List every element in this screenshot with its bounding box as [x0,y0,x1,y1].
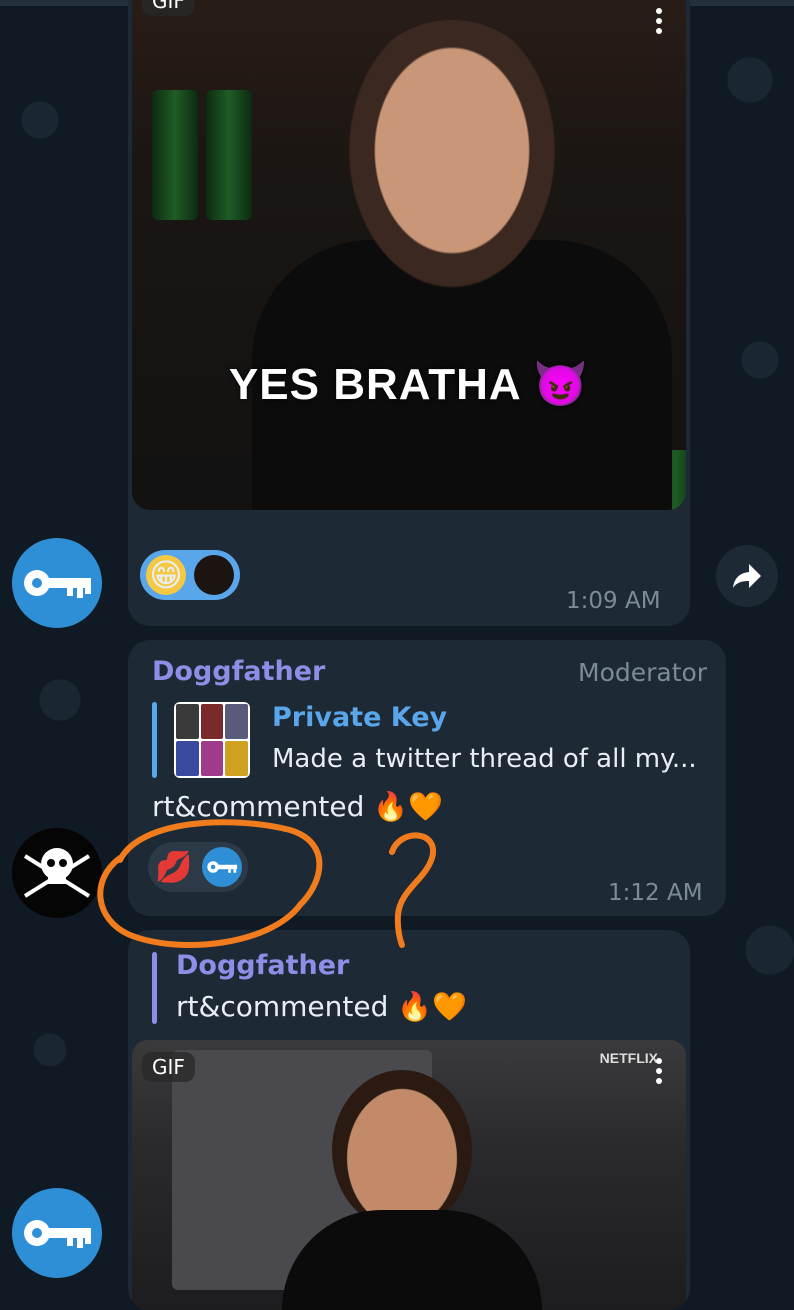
reaction-avatar[interactable] [194,555,234,595]
user-avatar[interactable] [12,1188,102,1278]
user-avatar[interactable] [12,538,102,628]
reaction-grin[interactable]: 😁 [146,555,186,595]
reaction-kiss[interactable]: 💋 [154,847,194,887]
reply-bar [152,702,157,778]
skull-crossbones-icon [23,848,91,898]
key-icon [207,861,238,873]
reply-bar [152,952,157,1024]
person-head [332,1070,472,1230]
reply-preview[interactable]: rt&commented 🔥🧡 [176,990,467,1023]
person-head [332,20,572,310]
reply-sender[interactable]: Doggfather [176,950,349,981]
user-avatar-pirate[interactable] [12,828,102,918]
forward-arrow-icon [733,564,761,588]
reply-preview[interactable]: Made a twitter thread of all my... [272,744,697,774]
message-time: 1:09 AM [566,588,661,614]
drink-can [206,90,252,220]
message-text: rt&commented 🔥🧡 [152,790,443,823]
gif-badge: GIF [142,1052,195,1082]
gif-badge: GIF [142,0,195,16]
key-icon [24,1220,91,1248]
more-vertical-icon[interactable] [656,1058,662,1088]
drink-can [152,90,198,220]
key-icon [24,570,91,598]
reaction-key-avatar[interactable] [202,847,242,887]
sender-name[interactable]: Doggfather [152,656,325,687]
more-vertical-icon[interactable] [656,8,662,38]
gif-caption: YES BRATHA 😈 [228,360,590,409]
gif-media[interactable]: NETFLIX [132,1040,686,1310]
gif-media[interactable]: YES BRATHA 😈 [132,0,686,510]
reply-title[interactable]: Private Key [272,702,447,733]
gif-reply-message-bubble[interactable]: Doggfather rt&commented 🔥🧡 NETFLIX GIF [128,930,690,1310]
reactions-bar[interactable]: 💋 [148,842,248,892]
reactions-bar[interactable]: 😁 [140,550,240,600]
text-message-bubble[interactable]: Doggfather Moderator Private Key Made a … [128,640,726,916]
message-time: 1:12 AM [608,880,703,906]
forward-button[interactable] [716,545,778,607]
reply-thumbnail[interactable] [174,702,250,778]
watermark: NETFLIX [599,1050,658,1066]
gif-message-bubble[interactable]: YES BRATHA 😈 GIF 😁 1:09 AM [128,0,690,626]
sender-role: Moderator [578,658,708,687]
